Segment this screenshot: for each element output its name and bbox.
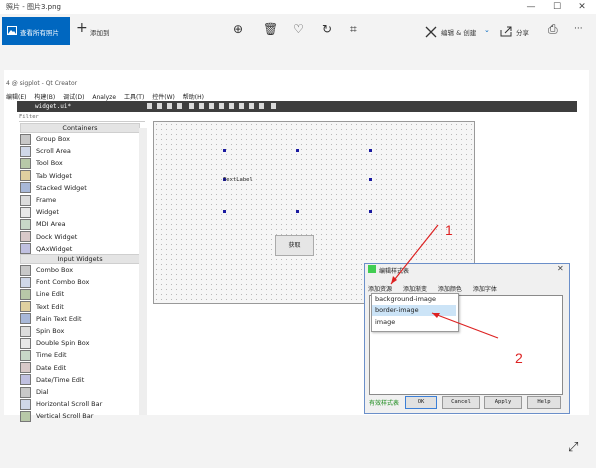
widget-item-label: Stacked Widget <box>36 183 87 192</box>
widget-item: Double Spin Box <box>20 337 138 349</box>
widget-item: Frame <box>20 194 138 206</box>
widget-type-icon <box>20 194 31 206</box>
widget-item: Scroll Area <box>20 145 138 157</box>
widget-type-icon <box>20 325 31 337</box>
widget-item-label: Tool Box <box>36 159 63 168</box>
widget-type-icon <box>20 288 31 300</box>
widget-type-icon <box>20 349 31 361</box>
widget-type-icon <box>20 362 31 374</box>
widget-item: Date Edit <box>20 362 138 374</box>
widget-item: Tab Widget <box>20 170 138 182</box>
widget-item: Tool Box <box>20 157 138 169</box>
widget-item: Combo Box <box>20 264 138 276</box>
widget-type-icon <box>20 301 31 313</box>
widget-item-label: MDI Area <box>36 220 66 229</box>
annotation-arrow-1 <box>390 224 439 285</box>
widget-item: Dial <box>20 386 138 398</box>
widget-item-label: Font Combo Box <box>36 278 90 287</box>
annotation-arrow-2 <box>431 312 499 339</box>
widget-item-label: Dial <box>36 388 49 396</box>
widget-item: Line Edit <box>20 288 138 300</box>
widget-item: Time Edit <box>20 349 138 361</box>
widget-item-label: Frame <box>36 196 57 204</box>
widget-type-icon <box>20 206 31 218</box>
annotation-number-1: 1 <box>445 222 453 238</box>
widget-type-icon <box>20 157 31 169</box>
widget-item: Stacked Widget <box>20 182 138 194</box>
widget-type-icon <box>20 133 31 145</box>
widget-item: Plain Text Edit <box>20 313 138 325</box>
widget-item: Font Combo Box <box>20 276 138 288</box>
widget-item-label: Date/Time Edit <box>36 375 85 384</box>
fullscreen-expand-icon[interactable]: ⤢ <box>568 440 578 455</box>
widget-type-icon <box>20 398 31 410</box>
widget-item-label: Spin Box <box>36 327 65 335</box>
widget-item-label: Widget <box>36 208 59 217</box>
widget-item: Widget <box>20 206 138 218</box>
widget-type-icon <box>20 170 31 182</box>
widget-item: Vertical Scroll Bar <box>20 410 138 422</box>
widget-item-label: Tab Widget <box>36 171 72 180</box>
widget-item: Date/Time Edit <box>20 374 138 386</box>
widget-item: MDI Area <box>20 218 138 230</box>
widget-type-icon <box>20 386 31 398</box>
widget-type-icon <box>20 231 31 243</box>
widget-item: Dock Widget <box>20 231 138 243</box>
widget-item-label: Line Edit <box>36 290 65 299</box>
widget-type-icon <box>20 313 31 325</box>
widget-item: Text Edit <box>20 301 138 313</box>
widget-type-icon <box>20 218 31 230</box>
widget-item-label: Scroll Area <box>36 147 71 156</box>
widget-item-label: Vertical Scroll Bar <box>36 412 94 421</box>
widget-type-icon <box>20 276 31 288</box>
widget-item-label: Dock Widget <box>36 232 78 241</box>
widget-type-icon <box>20 374 31 386</box>
widget-type-icon <box>20 410 31 422</box>
widget-item-label: Time Edit <box>36 351 67 360</box>
widget-item-label: Plain Text Edit <box>36 314 82 323</box>
widget-item: Horizontal Scroll Bar <box>20 398 138 410</box>
widget-item-label: Text Edit <box>36 302 64 311</box>
widget-item-label: Double Spin Box <box>36 339 90 348</box>
widget-item: QAxWidget <box>20 243 138 255</box>
widget-type-icon <box>20 264 31 276</box>
widget-type-icon <box>20 145 31 157</box>
widget-item: Spin Box <box>20 325 138 337</box>
widget-item: Group Box <box>20 133 138 145</box>
widget-type-icon <box>20 337 31 349</box>
widget-item-label: Horizontal Scroll Bar <box>36 400 103 409</box>
widget-item-label: Date Edit <box>36 363 67 372</box>
annotation-number-2: 2 <box>515 350 523 366</box>
widget-item-label: QAxWidget <box>36 244 73 253</box>
widget-type-icon <box>20 182 31 194</box>
widget-item-label: Group Box <box>36 135 70 143</box>
widget-item-label: Combo Box <box>36 266 74 274</box>
widget-type-icon <box>20 243 31 255</box>
